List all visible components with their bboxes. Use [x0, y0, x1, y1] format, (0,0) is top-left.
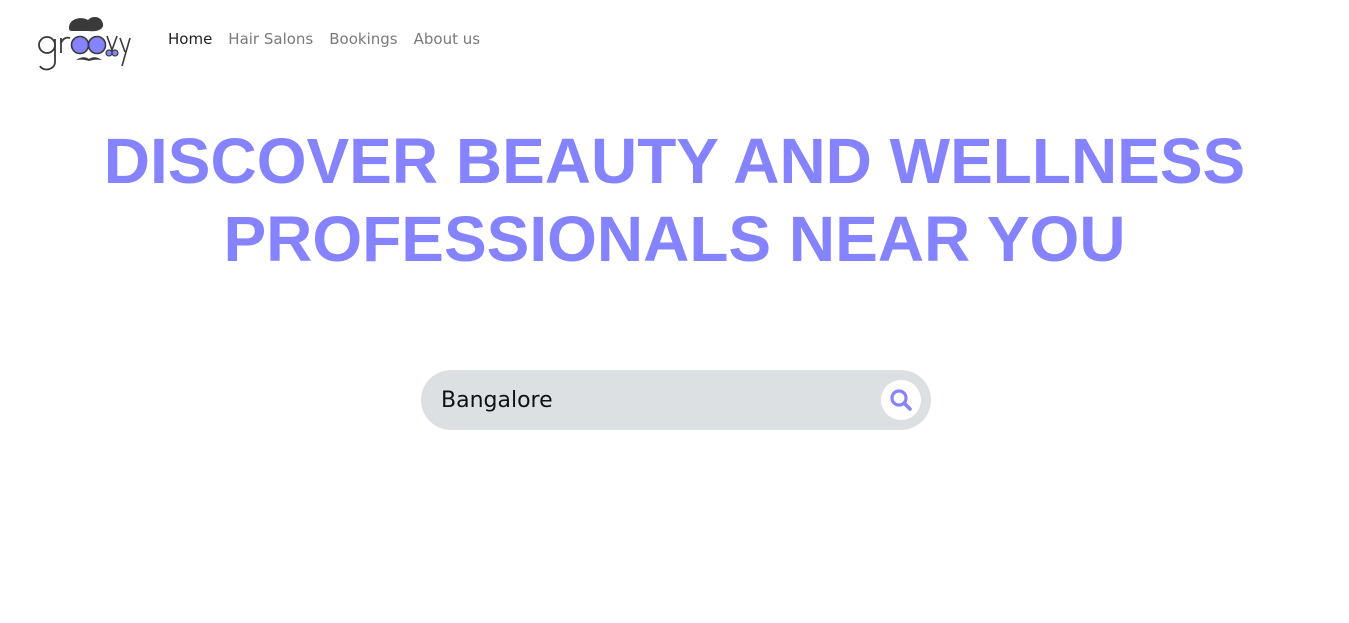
nav-item-bookings[interactable]: Bookings [329, 30, 397, 48]
hero-title-line-2: PROFESSIONALS NEAR YOU [223, 203, 1126, 275]
location-search-input[interactable] [441, 382, 871, 418]
nav-item-about-us[interactable]: About us [414, 30, 480, 48]
location-search-bar [421, 370, 931, 430]
search-button[interactable] [881, 380, 921, 420]
groovy-logo[interactable]: groovy [36, 14, 132, 72]
main-nav: Home Hair Salons Bookings About us [168, 30, 480, 48]
logo-text: groovy [36, 30, 145, 70]
search-icon [890, 389, 912, 411]
nav-item-home[interactable]: Home [168, 30, 212, 48]
hero-title-line-1: DISCOVER BEAUTY AND WELLNESS [103, 125, 1246, 197]
navbar: groovy Home Hair Salons Bookings About u… [0, 0, 1349, 80]
nav-item-hair-salons[interactable]: Hair Salons [228, 30, 313, 48]
hero-title: DISCOVER BEAUTY AND WELLNESS PROFESSIONA… [0, 122, 1349, 278]
